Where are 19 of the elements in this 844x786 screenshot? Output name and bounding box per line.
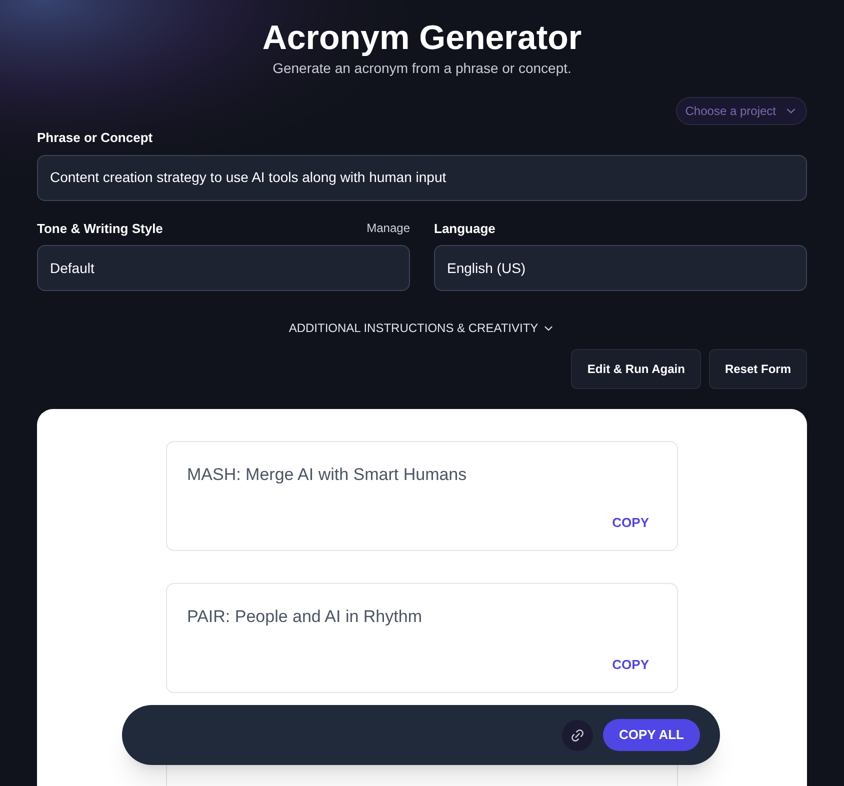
form-button[interactable]: Reset Form bbox=[708, 349, 807, 389]
acronym-text: PAIR: People and AI in Rhythm bbox=[187, 606, 423, 628]
link-button[interactable] bbox=[562, 720, 593, 750]
field-label: Language bbox=[434, 220, 496, 238]
additional-instructions-toggle[interactable]: ADDITIONAL INSTRUCTIONS & CREATIVITY bbox=[288, 319, 556, 337]
copy-button[interactable]: COPY bbox=[604, 654, 657, 674]
copy-button[interactable]: COPY bbox=[604, 512, 657, 532]
field-label: Tone & Writing Style bbox=[37, 220, 163, 238]
language-select[interactable]: English (US) bbox=[434, 245, 807, 291]
acronym-text: MASH: Merge AI with Smart Humans bbox=[187, 464, 468, 486]
phrase-field[interactable]: Content creation strategy to use AI tools along with human input bbox=[37, 154, 807, 200]
copy-all-button[interactable]: COPY ALL bbox=[602, 719, 700, 751]
manage-link[interactable]: Manage bbox=[366, 219, 410, 238]
page-subtitle: Generate an acronym from a phrase or concept. bbox=[272, 59, 572, 78]
page-title: Acronym Generator bbox=[262, 18, 582, 58]
field-label: Phrase or Concept bbox=[37, 129, 154, 147]
tone-select[interactable]: Default bbox=[37, 245, 410, 291]
project-select[interactable]: Choose a project bbox=[676, 97, 807, 125]
form-button[interactable]: Edit & Run Again bbox=[571, 349, 701, 389]
